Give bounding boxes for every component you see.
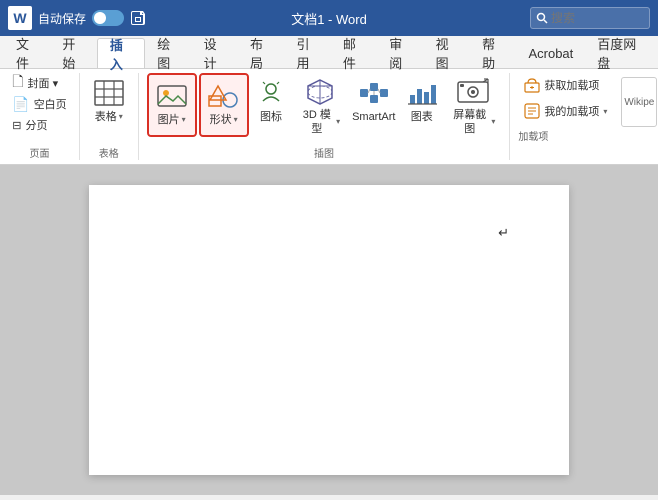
screenshot-button[interactable]: 屏幕截图 ▾ bbox=[444, 73, 501, 141]
myaddin-icon bbox=[524, 103, 540, 119]
blank-page-button[interactable]: 📄 空白页 bbox=[6, 94, 72, 114]
tab-help[interactable]: 帮助 bbox=[470, 38, 516, 68]
ribbon-group-table: 表格 ▾ 表格 bbox=[80, 73, 139, 160]
search-icon bbox=[536, 12, 548, 24]
title-bar-left: W 自动保存 bbox=[8, 6, 222, 30]
autosave-toggle[interactable] bbox=[92, 10, 124, 26]
blank-page-label: 空白页 bbox=[34, 96, 67, 112]
3d-icon bbox=[304, 77, 336, 105]
chart-label: 图表 bbox=[411, 110, 433, 124]
addins-group-label: 加载项 bbox=[518, 124, 613, 143]
search-input[interactable] bbox=[530, 7, 650, 29]
icons-icon bbox=[255, 79, 287, 107]
autosave-label: 自动保存 bbox=[38, 10, 86, 27]
chart-button[interactable]: 图表 bbox=[401, 73, 442, 131]
tab-layout[interactable]: 布局 bbox=[238, 38, 284, 68]
addins-items: 获取加载项 我的加载项 ▾ bbox=[518, 73, 613, 123]
smartart-icon bbox=[358, 79, 390, 107]
tab-baidu[interactable]: 百度网盘 bbox=[585, 38, 654, 68]
ribbon-group-addins: 获取加载项 我的加载项 ▾ 加载项 bbox=[510, 73, 658, 160]
3d-model-button[interactable]: 3D 模型 ▾ bbox=[293, 73, 346, 141]
tab-bar: 文件 开始 插入 绘图 设计 布局 引用 邮件 审阅 视图 帮助 Acrobat… bbox=[0, 36, 658, 68]
icons-button[interactable]: 图标 bbox=[251, 73, 292, 131]
smartart-button[interactable]: SmartArt bbox=[348, 73, 399, 131]
tab-acrobat[interactable]: Acrobat bbox=[516, 38, 585, 68]
image-button-wrapper: 图片 ▾ bbox=[147, 73, 197, 137]
word-logo: W bbox=[8, 6, 32, 30]
shape-arrow: ▾ bbox=[234, 115, 238, 125]
image-arrow: ▾ bbox=[182, 115, 186, 125]
ribbon-group-illustrations: 图片 ▾ 形状 ▾ bbox=[139, 73, 511, 160]
tab-home[interactable]: 开始 bbox=[50, 38, 96, 68]
page-break-label: 分页 bbox=[25, 117, 47, 133]
screenshot-icon bbox=[455, 77, 491, 105]
chart-icon bbox=[406, 79, 438, 107]
shape-button-wrapper: 形状 ▾ bbox=[199, 73, 249, 137]
table-icon bbox=[93, 79, 125, 107]
my-addins-arrow: ▾ bbox=[603, 107, 607, 116]
smartart-label: SmartArt bbox=[352, 110, 395, 124]
screenshot-label: 屏幕截图 bbox=[450, 108, 489, 137]
cursor-mark: ↵ bbox=[498, 225, 509, 241]
illustrations-group-label: 插图 bbox=[314, 141, 334, 160]
tab-mail[interactable]: 邮件 bbox=[331, 38, 377, 68]
get-addins-button[interactable]: 获取加载项 bbox=[518, 73, 605, 97]
shape-label: 形状 bbox=[210, 113, 232, 127]
document-page[interactable]: ↵ bbox=[89, 185, 569, 475]
save-icon[interactable] bbox=[130, 10, 146, 26]
tab-insert[interactable]: 插入 bbox=[97, 38, 145, 68]
document-area: ↵ bbox=[0, 165, 658, 495]
pages-items: 🗋 封面 ▾ 📄 空白页 ⊟ 分页 bbox=[6, 73, 72, 141]
my-addins-button[interactable]: 我的加载项 ▾ bbox=[518, 99, 613, 123]
wikipedia-label: Wikipe bbox=[624, 97, 654, 108]
wikipedia-button[interactable]: Wikipe bbox=[621, 77, 657, 127]
tab-design[interactable]: 设计 bbox=[192, 38, 238, 68]
page-break-icon: ⊟ bbox=[12, 119, 21, 132]
pages-group-label: 页面 bbox=[29, 141, 49, 160]
ribbon-content: 🗋 封面 ▾ 📄 空白页 ⊟ 分页 页面 bbox=[0, 68, 658, 164]
store-icon bbox=[524, 77, 540, 93]
3d-label: 3D 模型 bbox=[299, 108, 334, 137]
table-items: 表格 ▾ bbox=[87, 73, 131, 141]
pages-col: 🗋 封面 ▾ 📄 空白页 ⊟ 分页 bbox=[6, 73, 72, 135]
tab-review[interactable]: 审阅 bbox=[377, 38, 423, 68]
page-break-button[interactable]: ⊟ 分页 bbox=[6, 115, 72, 135]
table-group-label: 表格 bbox=[99, 141, 119, 160]
shapes-icon bbox=[208, 82, 240, 110]
shape-button[interactable]: 形状 ▾ bbox=[202, 76, 246, 134]
addins-col: 获取加载项 我的加载项 ▾ 加载项 bbox=[518, 73, 613, 143]
my-addins-label: 我的加载项 bbox=[544, 103, 599, 119]
3d-arrow: ▾ bbox=[336, 117, 340, 127]
icons-label: 图标 bbox=[260, 110, 282, 124]
tab-view[interactable]: 视图 bbox=[424, 38, 470, 68]
search-wrapper[interactable] bbox=[530, 7, 650, 29]
blank-page-icon: 📄 bbox=[12, 96, 29, 113]
cover-label: 封面 ▾ bbox=[28, 75, 59, 91]
tab-file[interactable]: 文件 bbox=[4, 38, 50, 68]
wikipedia-area: Wikipe bbox=[621, 73, 657, 127]
table-label: 表格 bbox=[95, 110, 117, 124]
title-bar-right bbox=[436, 7, 650, 29]
tab-draw[interactable]: 绘图 bbox=[145, 38, 191, 68]
image-button[interactable]: 图片 ▾ bbox=[150, 76, 194, 134]
illustrations-items: 图片 ▾ 形状 ▾ bbox=[147, 73, 502, 141]
get-addins-label: 获取加载项 bbox=[544, 77, 599, 93]
screenshot-arrow: ▾ bbox=[491, 117, 495, 127]
cover-icon: 🗋 bbox=[12, 71, 23, 95]
ribbon-group-pages: 🗋 封面 ▾ 📄 空白页 ⊟ 分页 页面 bbox=[0, 73, 80, 160]
ribbon: 文件 开始 插入 绘图 设计 布局 引用 邮件 审阅 视图 帮助 Acrobat… bbox=[0, 36, 658, 165]
tab-reference[interactable]: 引用 bbox=[284, 38, 330, 68]
title-bar-title: 文档1 - Word bbox=[222, 9, 436, 28]
table-arrow: ▾ bbox=[119, 112, 123, 122]
image-icon bbox=[156, 82, 188, 110]
table-button[interactable]: 表格 ▾ bbox=[87, 73, 131, 131]
image-label: 图片 bbox=[158, 113, 180, 127]
cover-button[interactable]: 🗋 封面 ▾ bbox=[6, 73, 72, 93]
title-bar: W 自动保存 文档1 - Word bbox=[0, 0, 658, 36]
